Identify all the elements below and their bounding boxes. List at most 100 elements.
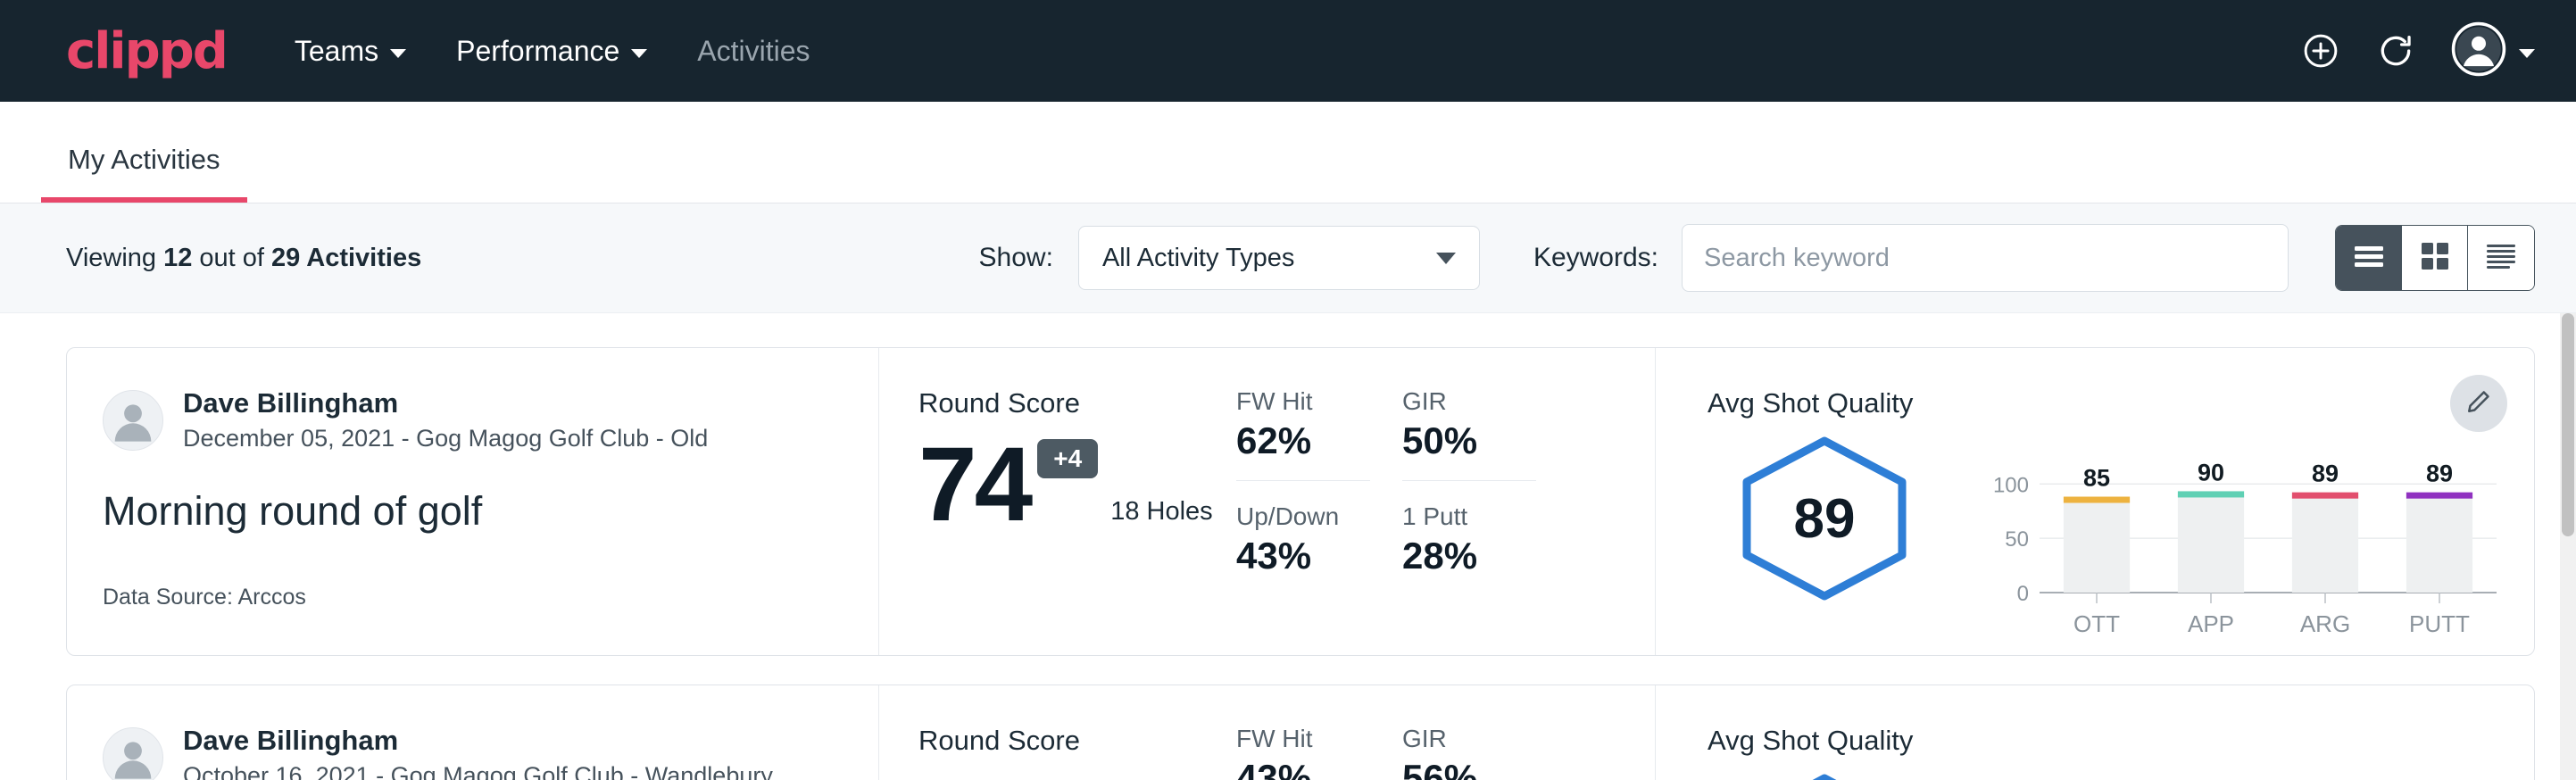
- top-navigation-bar: clippd Teams Performance Activities: [0, 0, 2576, 102]
- filter-toolbar: Viewing 12 out of 29 Activities Show: Al…: [0, 203, 2576, 313]
- chevron-down-icon: [390, 49, 406, 58]
- round-score-column: Round Score 74 +4 18 Holes: [879, 348, 1236, 655]
- shot-quality-column: Avg Shot Quality 89 05010085OTT90APP89AR…: [1656, 348, 2534, 655]
- page-scrollbar-thumb[interactable]: [2562, 313, 2574, 536]
- view-mode-grid-button[interactable]: [2402, 226, 2468, 290]
- holes-played: 18 Holes: [1110, 497, 1212, 537]
- nav-item-teams[interactable]: Teams: [295, 35, 406, 68]
- chevron-down-icon: [2519, 49, 2535, 58]
- activity-card[interactable]: Dave Billingham October 16, 2021 - Gog M…: [66, 685, 2535, 780]
- viewing-mid: out of: [192, 244, 271, 272]
- stat-fw-hit-value: 62%: [1236, 419, 1370, 462]
- svg-text:PUTT: PUTT: [2409, 610, 2470, 637]
- chevron-down-icon: [631, 49, 647, 58]
- stat-gir-value: 50%: [1402, 419, 1536, 462]
- search-input[interactable]: [1704, 244, 2266, 273]
- svg-text:OTT: OTT: [2073, 610, 2120, 637]
- stat-gir: GIR 50%: [1402, 387, 1536, 481]
- filter-controls: Show: All Activity Types Keywords:: [979, 224, 2535, 292]
- refresh-icon[interactable]: [2376, 31, 2415, 71]
- shot-quality-column: Avg Shot Quality 05010094OTT82APP106ARG8…: [1656, 685, 2534, 780]
- svg-text:APP: APP: [2188, 610, 2234, 637]
- view-mode-detail-button[interactable]: [2468, 226, 2534, 290]
- viewing-count: 12: [163, 244, 192, 272]
- stat-one-putt-value: 28%: [1402, 535, 1536, 577]
- round-score-label: Round Score: [918, 725, 1236, 757]
- round-score-label: Round Score: [918, 387, 1236, 419]
- shot-quality-value: 89: [1731, 434, 1918, 603]
- nav-item-teams-label: Teams: [295, 35, 378, 68]
- primary-nav-links: Teams Performance Activities: [295, 35, 810, 68]
- account-avatar-icon: [2451, 21, 2506, 81]
- activity-type-select-value: All Activity Types: [1102, 244, 1294, 273]
- show-label: Show:: [979, 243, 1053, 273]
- avatar: [103, 727, 163, 780]
- activity-type-select[interactable]: All Activity Types: [1078, 226, 1480, 290]
- brand-logo[interactable]: clippd: [66, 22, 227, 80]
- stat-one-putt-label: 1 Putt: [1402, 502, 1536, 531]
- shot-quality-hexagon: 89: [1731, 434, 1918, 603]
- viewing-count-text: Viewing 12 out of 29 Activities: [66, 244, 421, 273]
- svg-text:90: 90: [2198, 459, 2224, 485]
- avatar: [103, 390, 163, 451]
- add-circle-icon[interactable]: [2301, 31, 2340, 71]
- svg-text:89: 89: [2426, 461, 2453, 487]
- list-view-icon: [2354, 245, 2384, 272]
- avg-shot-quality-label: Avg Shot Quality: [1708, 725, 2534, 757]
- nav-actions: [2301, 21, 2535, 81]
- svg-text:89: 89: [2312, 461, 2339, 487]
- svg-text:50: 50: [2005, 527, 2029, 552]
- activity-author-block: Dave Billingham October 16, 2021 - Gog M…: [183, 725, 773, 780]
- shot-quality-hexagon: [1731, 771, 1918, 780]
- viewing-prefix: Viewing: [66, 244, 163, 272]
- round-score-value: 74: [918, 432, 1030, 537]
- score-to-par-badge: +4: [1037, 439, 1098, 478]
- nav-item-activities[interactable]: Activities: [697, 35, 810, 68]
- activity-meta: December 05, 2021 - Gog Magog Golf Club …: [183, 425, 708, 452]
- svg-text:0: 0: [2017, 582, 2029, 606]
- search-input-wrapper[interactable]: [1682, 224, 2289, 292]
- stat-gir-label: GIR: [1402, 387, 1536, 416]
- shot-quality-value: [1731, 771, 1918, 780]
- stat-fw-hit: FW Hit 62%: [1236, 387, 1370, 481]
- nav-item-activities-label: Activities: [697, 35, 810, 68]
- stat-up-down-label: Up/Down: [1236, 502, 1370, 531]
- activity-meta: October 16, 2021 - Gog Magog Golf Club -…: [183, 762, 773, 780]
- nav-item-performance-label: Performance: [456, 35, 619, 68]
- round-score-column: Round Score: [879, 685, 1236, 780]
- page-scrollbar[interactable]: [2560, 313, 2576, 780]
- stat-fw-hit-value: 43%: [1236, 757, 1370, 780]
- account-menu[interactable]: [2451, 21, 2535, 81]
- stat-up-down-value: 43%: [1236, 535, 1370, 577]
- tab-my-activities[interactable]: My Activities: [41, 144, 247, 203]
- page-tab-bar: My Activities: [0, 102, 2576, 203]
- shot-quality-bar-chart: 05010094OTT82APP106ARG87PUTT: [1981, 775, 2507, 780]
- round-score-value-row: 74 +4 18 Holes: [918, 432, 1236, 537]
- stat-gir-value: 56%: [1402, 757, 1536, 780]
- stat-up-down: Up/Down 43%: [1236, 502, 1370, 577]
- detail-view-icon: [2486, 244, 2516, 273]
- activity-title: Morning round of golf: [103, 488, 878, 535]
- stat-one-putt: 1 Putt 28%: [1402, 502, 1536, 577]
- avg-shot-quality-label: Avg Shot Quality: [1708, 387, 2534, 419]
- shot-quality-body: 05010094OTT82APP106ARG87PUTT: [1708, 762, 2534, 780]
- tab-my-activities-label: My Activities: [68, 144, 220, 175]
- activity-stats-grid: FW Hit 43% GIR 56%: [1236, 685, 1656, 780]
- view-mode-toggle-group: [2335, 225, 2535, 291]
- stat-fw-hit-label: FW Hit: [1236, 725, 1370, 753]
- keywords-label: Keywords:: [1533, 243, 1658, 273]
- activity-card[interactable]: Dave Billingham December 05, 2021 - Gog …: [66, 347, 2535, 656]
- view-mode-list-button[interactable]: [2336, 226, 2402, 290]
- chevron-down-icon: [1436, 253, 1456, 264]
- edit-activity-button[interactable]: [2450, 375, 2507, 432]
- activity-card-list: Dave Billingham December 05, 2021 - Gog …: [0, 313, 2576, 780]
- pencil-icon: [2465, 388, 2492, 419]
- activity-author-block: Dave Billingham December 05, 2021 - Gog …: [183, 387, 708, 452]
- nav-item-performance[interactable]: Performance: [456, 35, 647, 68]
- activity-info-column: Dave Billingham December 05, 2021 - Gog …: [67, 348, 879, 655]
- stat-fw-hit-label: FW Hit: [1236, 387, 1370, 416]
- stat-gir-label: GIR: [1402, 725, 1536, 753]
- shot-quality-body: 89 05010085OTT90APP89ARG89PUTT: [1708, 425, 2534, 647]
- svg-text:100: 100: [1993, 473, 2029, 497]
- activity-author: Dave Billingham October 16, 2021 - Gog M…: [103, 725, 878, 780]
